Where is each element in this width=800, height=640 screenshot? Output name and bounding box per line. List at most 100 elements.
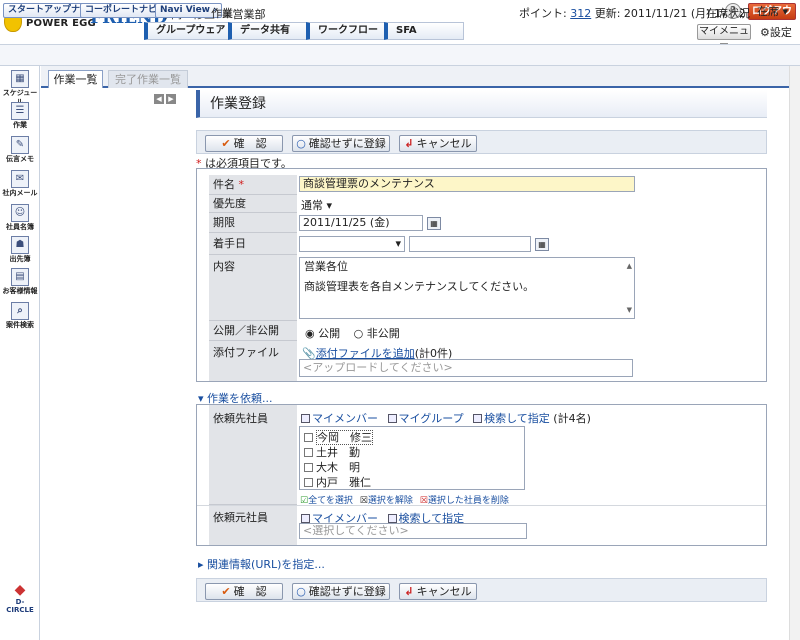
nav-case-search[interactable]: ⌕ 案件検索 bbox=[0, 302, 40, 330]
expand-right-icon[interactable]: ▶ bbox=[166, 94, 176, 104]
member-checkbox[interactable] bbox=[304, 433, 313, 442]
calendar-icon[interactable]: ▦ bbox=[535, 238, 549, 251]
my-menu-button[interactable]: マイメニュー bbox=[697, 24, 751, 51]
priority-label: 優先度 bbox=[209, 195, 297, 213]
content-line: 営業各位 bbox=[304, 260, 348, 273]
list-item[interactable]: 大木 明 bbox=[304, 459, 360, 475]
circle-icon: ○ bbox=[296, 585, 306, 598]
whereabouts-icon: ☗ bbox=[11, 236, 29, 254]
confirm-button-bottom[interactable]: ✔ 確 認 bbox=[205, 583, 283, 600]
cancel-button[interactable]: ↲ キャンセル bbox=[399, 135, 477, 152]
task-list-icon: ☰ bbox=[11, 102, 29, 120]
cancel-button-bottom[interactable]: ↲ キャンセル bbox=[399, 583, 477, 600]
list-item[interactable]: 今岡 修三 bbox=[304, 429, 373, 445]
bottom-button-bar: ✔ 確 認 ○ 確認せずに登録 ↲ キャンセル bbox=[196, 578, 767, 602]
member-checkbox[interactable] bbox=[304, 463, 313, 472]
nav-memo[interactable]: ✎ 伝言メモ bbox=[0, 136, 40, 164]
tab-groupware[interactable]: グループウェア bbox=[144, 22, 230, 40]
scroll-down-icon[interactable]: ▼ bbox=[627, 303, 632, 317]
nav-mail[interactable]: ✉ 社内メール bbox=[0, 170, 40, 198]
points-link[interactable]: 312 bbox=[570, 7, 591, 20]
directory-icon: ☺ bbox=[11, 204, 29, 222]
nav-label: 伝言メモ bbox=[6, 155, 34, 163]
mail-icon: ✉ bbox=[11, 170, 29, 188]
customer-icon: ▤ bbox=[11, 268, 29, 286]
request-from-label: 依頼元社員 bbox=[209, 506, 297, 545]
tab-data-share[interactable]: データ共有 bbox=[228, 22, 308, 40]
deadline-input[interactable]: 2011/11/25 (金) bbox=[299, 215, 423, 231]
priority-value: 通常 bbox=[301, 199, 323, 212]
related-url-toggle[interactable]: ▸ 関連情報(URL)を指定... bbox=[198, 556, 325, 572]
person-search-icon bbox=[473, 414, 483, 423]
tab-task-list[interactable]: 作業一覧 bbox=[48, 70, 103, 88]
return-arrow-icon: ↲ bbox=[404, 585, 414, 598]
list-item[interactable]: 土井 勤 bbox=[304, 444, 360, 460]
nav-task[interactable]: ☰ 作業 bbox=[0, 102, 40, 130]
related-url-label: 関連情報(URL)を指定... bbox=[207, 558, 325, 571]
required-asterisk: * bbox=[238, 178, 245, 191]
nav-label: 社員名簿 bbox=[6, 223, 34, 231]
presence-select[interactable]: 在席 ▾ bbox=[757, 3, 788, 19]
radio-public[interactable]: ◉ 公開 bbox=[305, 327, 340, 340]
register-label: 確認せずに登録 bbox=[308, 137, 386, 150]
member-list-icon bbox=[301, 414, 310, 423]
member-checkbox[interactable] bbox=[304, 478, 313, 487]
search-icon: ⌕ bbox=[11, 302, 29, 320]
scrollbar[interactable] bbox=[789, 66, 800, 640]
attachment-label: 添付ファイル bbox=[209, 341, 297, 381]
member-count: (計4名) bbox=[553, 412, 591, 425]
nav-label: 出先簿 bbox=[9, 255, 31, 263]
check-icon: ✔ bbox=[221, 137, 231, 150]
crumb-label: スタートアップナビ bbox=[8, 5, 90, 15]
subject-label: 件名 * bbox=[209, 175, 297, 195]
nav-customer[interactable]: ▤ お客様情報 bbox=[0, 268, 40, 296]
settings-label: 設定 bbox=[769, 26, 792, 39]
tab-workflow[interactable]: ワークフロー bbox=[306, 22, 386, 40]
scroll-up-icon[interactable]: ▲ bbox=[627, 259, 632, 273]
upload-dropzone[interactable]: <アップロードしてください> bbox=[299, 359, 633, 377]
radio-private-label: 非公開 bbox=[366, 327, 400, 340]
start-date-select[interactable]: ▾ bbox=[299, 236, 405, 252]
register-without-confirm-button-bottom[interactable]: ○ 確認せずに登録 bbox=[292, 583, 390, 600]
radio-private[interactable]: ○ 非公開 bbox=[354, 327, 400, 340]
member-checkbox[interactable] bbox=[304, 448, 313, 457]
settings-link[interactable]: ⚙設定 bbox=[760, 24, 792, 40]
my-group-link[interactable]: マイグループ bbox=[387, 412, 464, 425]
member-name: 内戸 雅仁 bbox=[316, 476, 371, 489]
page-title: 作業登録 bbox=[196, 90, 767, 118]
tab-sfa[interactable]: SFA bbox=[384, 22, 464, 40]
subject-input[interactable]: 商談管理票のメンテナンス bbox=[299, 176, 635, 192]
confirm-button[interactable]: ✔ 確 認 bbox=[205, 135, 283, 152]
confirm-label: 確 認 bbox=[233, 585, 267, 598]
content-label: 内容 bbox=[209, 255, 297, 321]
priority-select[interactable]: 通常 ▾ bbox=[301, 197, 332, 213]
member-list: 今岡 修三 土井 勤 大木 明 内戸 雅仁 bbox=[299, 426, 525, 490]
crumb-label: コーポレートナビ bbox=[85, 5, 158, 15]
circle-icon: ○ bbox=[296, 137, 306, 150]
collapse-left-icon[interactable]: ◀ bbox=[154, 94, 164, 104]
nav-label: 案件検索 bbox=[6, 321, 34, 329]
nav-whereabouts[interactable]: ☗ 出先簿 bbox=[0, 236, 40, 264]
request-to-tools: マイメンバー マイグループ 検索して指定 (計4名) bbox=[301, 410, 591, 426]
request-from-input[interactable]: <選択してください> bbox=[299, 523, 527, 539]
visibility-label: 公開／非公開 bbox=[209, 321, 297, 341]
search-specify-link[interactable]: 検索して指定 bbox=[473, 412, 550, 425]
group-list-icon bbox=[387, 414, 397, 423]
d-circle-text: D-CIRCLE bbox=[6, 598, 34, 614]
crumb-label: Navi View bbox=[160, 5, 211, 15]
list-item[interactable]: 内戸 雅仁 bbox=[304, 474, 371, 490]
register-without-confirm-button[interactable]: ○ 確認せずに登録 bbox=[292, 135, 390, 152]
my-members-link[interactable]: マイメンバー bbox=[301, 412, 378, 425]
check-icon: ✔ bbox=[221, 585, 231, 598]
d-circle-logo-icon: ◆ bbox=[14, 582, 26, 598]
return-arrow-icon: ↲ bbox=[404, 137, 414, 150]
start-time-input[interactable] bbox=[409, 236, 531, 252]
top-button-bar: ✔ 確 認 ○ 確認せずに登録 ↲ キャンセル bbox=[196, 130, 767, 154]
nav-directory[interactable]: ☺ 社員名簿 bbox=[0, 204, 40, 232]
tab-completed-tasks[interactable]: 完了作業一覧 bbox=[108, 70, 188, 88]
chevron-down-icon: ▾ bbox=[326, 199, 333, 212]
department-name: 営業部 bbox=[232, 8, 266, 21]
content-textarea[interactable]: 営業各位 商談管理表を各自メンテナンスしてください。 ▲ ▼ bbox=[299, 257, 635, 319]
calendar-icon[interactable]: ▦ bbox=[427, 217, 441, 230]
presence-value: 在席 bbox=[757, 5, 779, 18]
